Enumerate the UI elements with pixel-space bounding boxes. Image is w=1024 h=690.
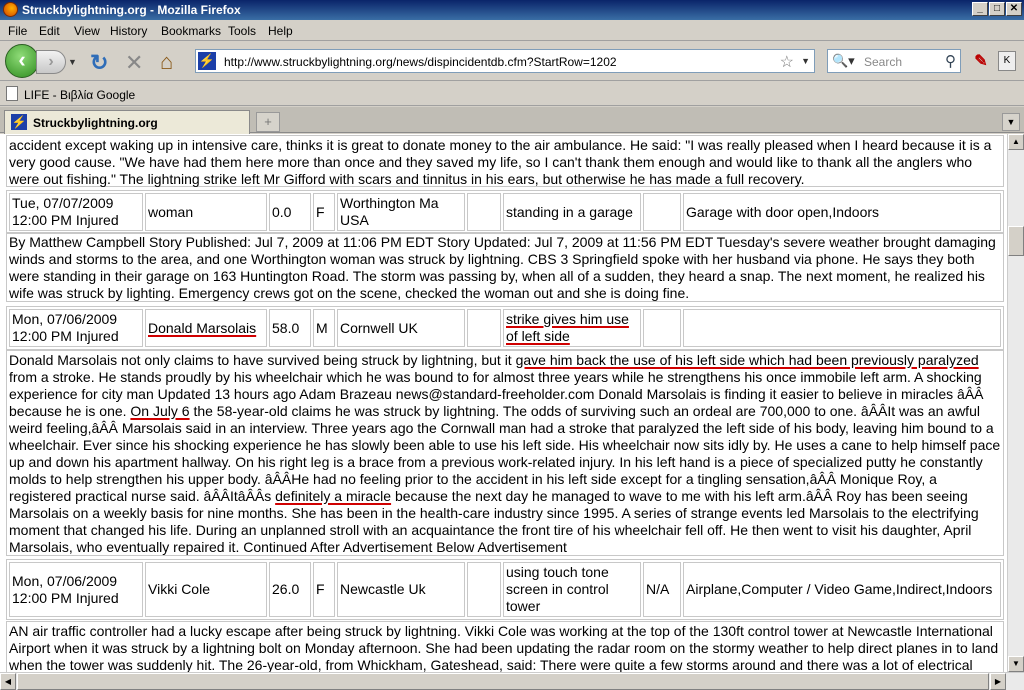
home-icon[interactable]: ⌂ bbox=[160, 49, 173, 75]
horizontal-scroll-thumb[interactable] bbox=[17, 673, 989, 690]
site-favicon-icon: ⚡ bbox=[11, 114, 27, 130]
incident-name: woman bbox=[145, 193, 267, 231]
search-box[interactable]: 🔍▾ Search ⚲ bbox=[827, 49, 961, 73]
incident-date: Mon, 07/06/2009 bbox=[12, 572, 118, 589]
menu-help[interactable]: Help bbox=[268, 24, 293, 38]
story-text: Donald Marsolais not only claims to have… bbox=[9, 352, 516, 368]
incident-story: accident except waking up in intensive c… bbox=[6, 135, 1004, 187]
scroll-down-icon[interactable]: ▼ bbox=[1008, 656, 1024, 672]
site-favicon-icon: ⚡ bbox=[198, 52, 216, 70]
incident-category bbox=[683, 309, 1001, 347]
incident-activity: standing in a garage bbox=[503, 193, 641, 231]
menu-history[interactable]: History bbox=[110, 24, 147, 38]
menu-bar: File Edit View History Bookmarks Tools H… bbox=[0, 20, 1024, 41]
addon-icon[interactable]: ✎ bbox=[971, 51, 991, 71]
addon-k-icon[interactable]: K bbox=[998, 51, 1016, 71]
bookmark-star-icon[interactable]: ☆ bbox=[780, 52, 794, 72]
incident-location: Worthington Ma USA bbox=[337, 193, 465, 231]
maximize-button[interactable]: □ bbox=[989, 2, 1005, 16]
incident-sex: F bbox=[313, 193, 335, 231]
url-input[interactable]: http://www.struckbylightning.org/news/di… bbox=[224, 55, 617, 69]
incident-name-text: Donald Marsolais bbox=[148, 319, 257, 336]
back-button[interactable]: ‹ bbox=[5, 44, 39, 78]
incident-misc: N/A bbox=[643, 562, 681, 617]
bookmark-item-life[interactable]: LIFE - Βιβλία Google bbox=[24, 88, 135, 102]
scroll-right-icon[interactable]: ▶ bbox=[990, 673, 1006, 690]
url-bar[interactable]: ⚡ http://www.struckbylightning.org/news/… bbox=[195, 49, 815, 73]
incident-age: 0.0 bbox=[269, 193, 311, 231]
incident-blank bbox=[467, 309, 501, 347]
page-content: accident except waking up in intensive c… bbox=[0, 134, 1007, 672]
menu-edit[interactable]: Edit bbox=[39, 24, 60, 38]
menu-view[interactable]: View bbox=[74, 24, 100, 38]
horizontal-scrollbar[interactable]: ◀ ▶ bbox=[0, 672, 1024, 690]
incident-row: Tue, 07/07/2009 12:00 PM Injured woman 0… bbox=[6, 190, 1004, 234]
search-engine-icon[interactable]: 🔍▾ bbox=[832, 53, 855, 69]
firefox-icon bbox=[3, 2, 18, 17]
search-input[interactable]: Search bbox=[864, 55, 902, 69]
incident-sex: F bbox=[313, 562, 335, 617]
menu-file[interactable]: File bbox=[8, 24, 27, 38]
window-titlebar: Struckbylightning.org - Mozilla Firefox … bbox=[0, 0, 1024, 20]
incident-location: Newcastle Uk bbox=[337, 562, 465, 617]
tab-struckbylightning[interactable]: ⚡ Struckbylightning.org bbox=[4, 110, 250, 134]
bookmarks-toolbar: LIFE - Βιβλία Google bbox=[0, 82, 1024, 106]
stop-icon[interactable]: ✕ bbox=[125, 50, 143, 76]
incident-name: Vikki Cole bbox=[145, 562, 267, 617]
incident-location: Cornwell UK bbox=[337, 309, 465, 347]
story-highlight: definitely a miracle bbox=[275, 488, 392, 504]
incident-activity-text: strike gives him use of left side bbox=[506, 311, 629, 344]
incident-activity: strike gives him use of left side bbox=[503, 309, 641, 347]
reload-icon[interactable]: ↻ bbox=[90, 50, 108, 76]
scroll-left-icon[interactable]: ◀ bbox=[0, 673, 16, 690]
window-title: Struckbylightning.org - Mozilla Firefox bbox=[22, 3, 241, 17]
incident-date: Tue, 07/07/2009 bbox=[12, 195, 114, 211]
incident-row: Mon, 07/06/2009 12:00 PM Injured Donald … bbox=[6, 306, 1004, 350]
menu-tools[interactable]: Tools bbox=[228, 24, 256, 38]
list-all-tabs-icon[interactable]: ▼ bbox=[1002, 113, 1020, 131]
incident-story: By Matthew Campbell Story Published: Jul… bbox=[6, 232, 1004, 302]
incident-row: Mon, 07/06/2009 12:00 PM Injured Vikki C… bbox=[6, 559, 1004, 620]
incident-age: 26.0 bbox=[269, 562, 311, 617]
story-highlight: gave him back the use of his left side w… bbox=[515, 352, 979, 368]
incident-date: Mon, 07/06/2009 bbox=[12, 311, 118, 327]
navigation-toolbar: ‹ › ▼ ↻ ✕ ⌂ ⚡ http://www.struckbylightni… bbox=[0, 41, 1024, 81]
incident-date-cell: Mon, 07/06/2009 12:00 PM Injured bbox=[9, 562, 143, 617]
tab-bar: ⚡ Struckbylightning.org + ▼ bbox=[0, 107, 1024, 134]
close-button[interactable]: ✕ bbox=[1006, 2, 1022, 16]
vertical-scroll-thumb[interactable] bbox=[1008, 226, 1024, 256]
minimize-button[interactable]: _ bbox=[972, 2, 988, 16]
incident-activity: using touch tone screen in control tower bbox=[503, 562, 641, 617]
search-go-icon[interactable]: ⚲ bbox=[945, 52, 956, 70]
incident-story: Donald Marsolais not only claims to have… bbox=[6, 350, 1004, 556]
incident-blank bbox=[467, 562, 501, 617]
incident-category: Garage with door open,Indoors bbox=[683, 193, 1001, 231]
page-icon bbox=[6, 86, 18, 101]
forward-button[interactable]: › bbox=[36, 50, 66, 74]
incident-date-cell: Mon, 07/06/2009 12:00 PM Injured bbox=[9, 309, 143, 347]
url-dropdown-icon[interactable]: ▼ bbox=[801, 56, 810, 66]
scroll-up-icon[interactable]: ▲ bbox=[1008, 134, 1024, 150]
incident-misc bbox=[643, 193, 681, 231]
incident-time: 12:00 PM Injured bbox=[12, 212, 119, 228]
vertical-scrollbar[interactable]: ▲ ▼ bbox=[1007, 134, 1024, 672]
new-tab-button[interactable]: + bbox=[256, 112, 280, 132]
incident-blank bbox=[467, 193, 501, 231]
history-dropdown-icon[interactable]: ▼ bbox=[68, 57, 77, 67]
incident-age: 58.0 bbox=[269, 309, 311, 347]
incident-category: Airplane,Computer / Video Game,Indirect,… bbox=[683, 562, 1001, 617]
incident-sex: M bbox=[313, 309, 335, 347]
incident-time: 12:00 PM Injured bbox=[12, 589, 119, 606]
menu-bookmarks[interactable]: Bookmarks bbox=[161, 24, 221, 38]
story-highlight: On July 6 bbox=[130, 403, 190, 419]
tab-label: Struckbylightning.org bbox=[33, 116, 158, 130]
incident-date-cell: Tue, 07/07/2009 12:00 PM Injured bbox=[9, 193, 143, 231]
incident-name: Donald Marsolais bbox=[145, 309, 267, 347]
incident-misc bbox=[643, 309, 681, 347]
incident-story: AN air traffic controller had a lucky es… bbox=[6, 621, 1004, 672]
incident-time: 12:00 PM Injured bbox=[12, 328, 119, 344]
